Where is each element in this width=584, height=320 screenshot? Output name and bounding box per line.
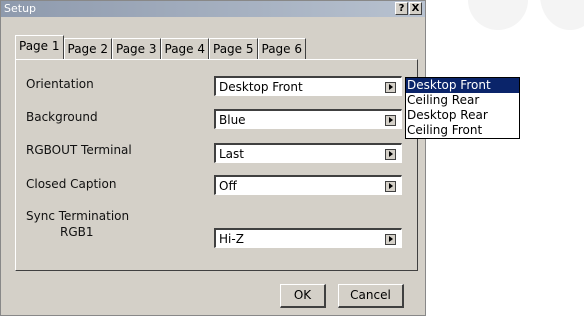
- background-decoration: [468, 0, 528, 30]
- help-icon: ?: [398, 3, 405, 14]
- dropdown-option-desktop-front[interactable]: Desktop Front: [406, 78, 519, 93]
- orientation-value: Desktop Front: [219, 80, 303, 94]
- tab-strip: Page 1 Page 2 Page 3 Page 4 Page 5 Page …: [15, 35, 306, 60]
- tab-label: Page 1: [19, 39, 60, 53]
- tab-label: Page 6: [261, 42, 303, 56]
- dropdown-option-ceiling-front[interactable]: Ceiling Front: [406, 123, 519, 138]
- ok-button[interactable]: OK: [280, 284, 326, 308]
- title-bar: Setup ? X: [1, 1, 425, 17]
- tab-page-6[interactable]: Page 6: [257, 38, 306, 59]
- tab-page-3[interactable]: Page 3: [112, 38, 161, 59]
- background-select[interactable]: Blue: [214, 109, 402, 129]
- setup-dialog: Setup ? X Page 1 Page 2 Page 3 Page 4 Pa…: [0, 0, 426, 316]
- cancel-button[interactable]: Cancel: [338, 284, 404, 308]
- tab-label: Page 2: [67, 42, 109, 56]
- sync-termination-value: Hi-Z: [219, 232, 244, 246]
- closed-caption-label: Closed Caption: [26, 177, 117, 191]
- close-button[interactable]: X: [409, 2, 422, 15]
- dropdown-arrow-icon[interactable]: [385, 82, 396, 93]
- dropdown-option-ceiling-rear[interactable]: Ceiling Rear: [406, 93, 519, 108]
- cancel-label: Cancel: [350, 288, 391, 302]
- rgbout-terminal-label: RGBOUT Terminal: [26, 143, 132, 157]
- closed-caption-select[interactable]: Off: [214, 175, 402, 195]
- background-decoration: [540, 0, 584, 30]
- dropdown-arrow-icon[interactable]: [385, 181, 396, 192]
- tab-label: Page 5: [213, 42, 254, 56]
- window-title: Setup: [4, 2, 37, 15]
- orientation-select[interactable]: Desktop Front: [214, 76, 402, 96]
- dropdown-arrow-icon[interactable]: [385, 234, 396, 245]
- dropdown-arrow-icon[interactable]: [385, 149, 396, 160]
- tab-page-5[interactable]: Page 5: [209, 38, 258, 59]
- background-value: Blue: [219, 113, 246, 127]
- close-icon: X: [411, 3, 420, 14]
- dropdown-option-desktop-rear[interactable]: Desktop Rear: [406, 108, 519, 123]
- sync-termination-label: Sync Termination: [26, 209, 130, 223]
- background-label: Background: [26, 110, 98, 124]
- tab-label: Page 3: [116, 42, 157, 56]
- ok-label: OK: [293, 288, 312, 302]
- tab-page-4[interactable]: Page 4: [160, 38, 209, 59]
- closed-caption-value: Off: [219, 179, 237, 193]
- dropdown-arrow-icon[interactable]: [385, 115, 396, 126]
- tab-page-1[interactable]: Page 1: [15, 35, 64, 59]
- orientation-label: Orientation: [26, 77, 94, 91]
- sync-termination-select[interactable]: Hi-Z: [214, 228, 402, 248]
- help-button[interactable]: ?: [395, 2, 408, 15]
- tab-page-2[interactable]: Page 2: [63, 38, 112, 59]
- tab-label: Page 4: [164, 42, 206, 56]
- orientation-dropdown-list: Desktop Front Ceiling Rear Desktop Rear …: [405, 77, 520, 139]
- rgbout-terminal-value: Last: [219, 147, 244, 161]
- rgbout-terminal-select[interactable]: Last: [214, 143, 402, 163]
- rgb1-label: RGB1: [60, 225, 94, 239]
